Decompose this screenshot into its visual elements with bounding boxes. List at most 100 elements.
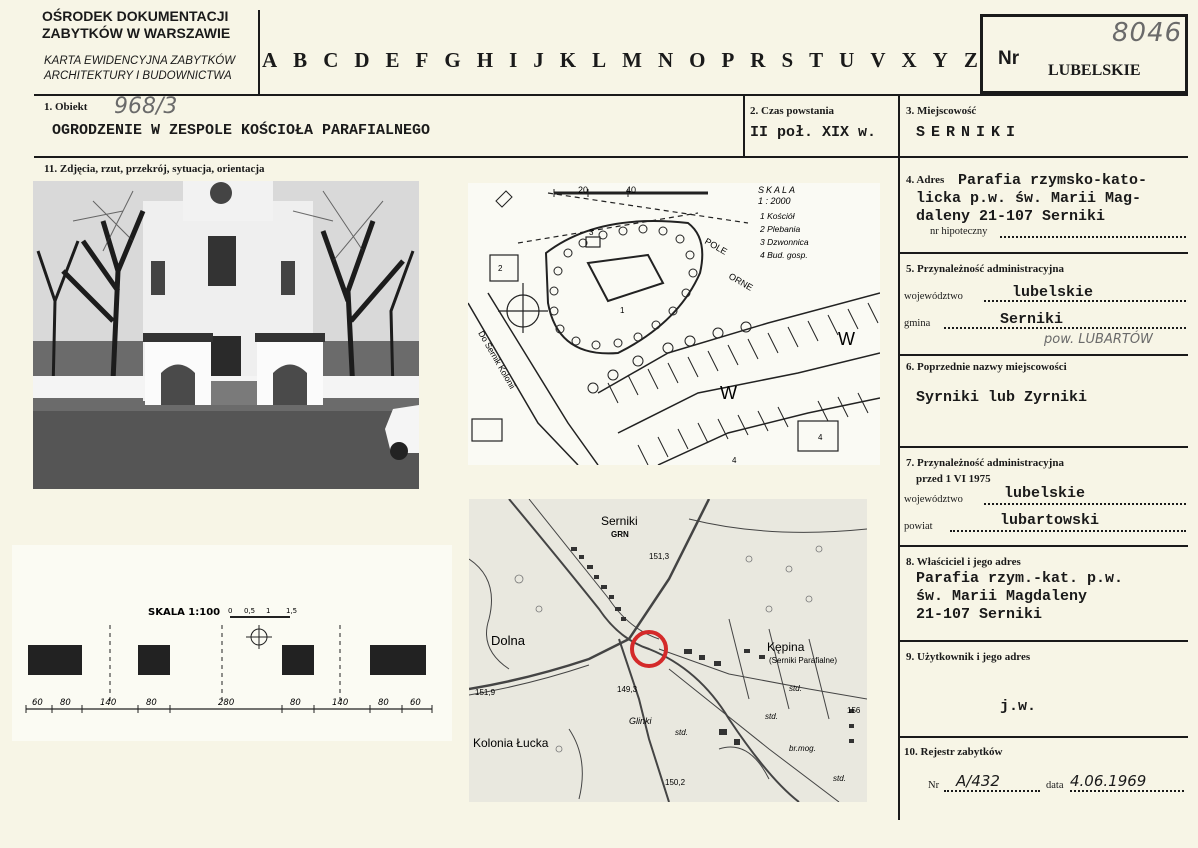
czas-label: 2. Czas powstania	[750, 105, 835, 117]
gmina-label: gmina	[904, 318, 931, 329]
wojewodztwo2-label: województwo	[904, 494, 963, 505]
plan-num-3: 3	[589, 228, 594, 237]
gate-dim-6: 80	[290, 698, 301, 708]
gate-dim-3: 140	[100, 698, 116, 708]
wlasciciel-value: Parafia rzym.-kat. p.w. św. Marii Magdal…	[916, 570, 1124, 623]
plan-num-4a: 4	[818, 433, 823, 442]
zdjecia-label: 11. Zdjęcia, rzut, przekrój, sytuacja, o…	[44, 163, 265, 175]
wojewodztwo-value: lubelskie	[1012, 284, 1094, 301]
category-letter: Z	[963, 48, 978, 72]
category-letter: O	[689, 48, 706, 72]
adres-value: Parafia rzymsko-kato- licka p.w. św. Mar…	[916, 172, 1148, 225]
topo-h1: 151,3	[649, 552, 670, 561]
site-plan: 20 40 SKALA 1 : 2000 1 Kościół 2 Plebani…	[468, 183, 880, 465]
institution-name: OŚRODEK DOKUMENTACJI ZABYTKÓW W WARSZAWI…	[42, 8, 231, 41]
plan-pole: POLE	[703, 236, 729, 257]
poprzednie-label: 6. Poprzednie nazwy miejscowości	[906, 361, 1067, 373]
wojewodztwo2-value: lubelskie	[1004, 485, 1086, 502]
topo-serniki: Serniki	[601, 514, 638, 528]
topo-kolonia: Kolonia Łucka	[473, 736, 549, 750]
category-letter: T	[809, 48, 824, 72]
category-letter: C	[323, 48, 339, 72]
przed-label: 7. Przynależność administracyjna	[906, 457, 1064, 469]
card-type: KARTA EWIDENCYJNA ZABYTKÓW ARCHITEKTURY …	[44, 55, 236, 82]
topo-std-1: std.	[789, 684, 802, 693]
plan-w-1: W	[838, 329, 855, 349]
gate-tick-0: 0	[228, 607, 232, 615]
topo-h3: 149,3	[617, 685, 638, 694]
topo-kepina-sub: (Serniki Parafialne)	[769, 656, 837, 665]
gate-elevation-drawing: SKALA 1:100 0 0,5 1 1,5 60 80 140 80 280…	[12, 545, 452, 741]
plan-orne: ORNE	[727, 271, 755, 293]
plan-scale-20: 20	[578, 185, 588, 195]
gate-dim-2: 80	[60, 698, 71, 708]
category-letter: U	[839, 48, 855, 72]
plan-skala-label: SKALA	[758, 185, 797, 195]
poprzednie-value: Syrniki lub Zyrniki	[916, 389, 1088, 406]
czas-value: II poł. XIX w.	[750, 124, 877, 141]
plan-num-1: 1	[620, 306, 625, 315]
topo-std-2: std.	[765, 712, 778, 721]
category-letter: E	[385, 48, 400, 72]
plan-skala-value: 1 : 2000	[758, 196, 791, 206]
plan-legend-4: 4 Bud. gosp.	[760, 250, 808, 260]
obiekt-handwritten: 968/3	[114, 94, 178, 119]
gate-tick-3: 1,5	[286, 607, 297, 615]
gate-dim-7: 140	[332, 698, 348, 708]
miejscowosc-label: 3. Miejscowość	[906, 105, 977, 117]
topo-h5: 156	[847, 706, 861, 715]
uzytkownik-value: j.w.	[1000, 698, 1037, 715]
hipoteczny-label: nr hipoteczny	[930, 226, 988, 237]
topo-grn: GRN	[611, 530, 629, 539]
category-letter: M	[622, 48, 642, 72]
gate-dim-5: 280	[218, 698, 234, 708]
category-letter: D	[354, 48, 370, 72]
plan-num-2: 2	[498, 264, 503, 273]
uzytkownik-label: 9. Użytkownik i jego adres	[906, 651, 1031, 663]
category-letter: L	[592, 48, 607, 72]
plan-road: Do Sernik Kolonii	[476, 329, 517, 391]
powiat-value: lubartowski	[1000, 512, 1100, 529]
adres-label: 4. Adres	[906, 174, 945, 186]
category-letter: G	[444, 48, 461, 72]
plan-legend-2: 2 Plebania	[759, 224, 800, 234]
pow-handwritten: pow. LUBARTÓW	[1044, 332, 1153, 347]
region-name: LUBELSKIE	[1048, 62, 1141, 79]
topo-h2: 151,9	[475, 688, 496, 697]
przed-sub: przed 1 VI 1975	[916, 473, 991, 485]
nr-handwritten: 8046	[1112, 18, 1183, 48]
rejestr-nr-value: A/432	[956, 772, 1000, 790]
category-letter: A	[262, 48, 278, 72]
category-letter: R	[750, 48, 766, 72]
plan-legend-1: 1 Kościół	[760, 211, 796, 221]
category-letters: ABCDEFGHIJKLMNOPRSTUVXYZ	[262, 48, 978, 73]
topographic-map: Serniki GRN 151,3 Dolna 151,9 Kępina (Se…	[469, 499, 867, 802]
church-gate-photo	[33, 181, 419, 489]
topo-dolna: Dolna	[491, 633, 526, 648]
rejestr-data-label: data	[1046, 780, 1064, 791]
wojewodztwo-label: województwo	[904, 291, 963, 302]
topo-kepina: Kępina	[767, 640, 805, 654]
category-letter: F	[415, 48, 429, 72]
gate-scale-label: SKALA 1:100	[148, 607, 220, 618]
rejestr-data-value: 4.06.1969	[1070, 772, 1147, 790]
plan-legend-3: 3 Dzwonnica	[760, 237, 809, 247]
category-letter: I	[509, 48, 518, 72]
gate-dim-1: 60	[32, 698, 43, 708]
category-letter: N	[657, 48, 674, 72]
obiekt-label: 1. Obiekt	[44, 101, 88, 113]
rejestr-label: 10. Rejestr zabytków	[904, 746, 1003, 758]
obiekt-value: OGRODZENIE W ZESPOLE KOŚCIOŁA PARAFIALNE…	[52, 122, 431, 139]
gate-dim-4: 80	[146, 698, 157, 708]
topo-h4: 150,2	[665, 778, 686, 787]
record-card: OŚRODEK DOKUMENTACJI ZABYTKÓW W WARSZAWI…	[0, 0, 1198, 848]
topo-brmog: br.mog.	[789, 744, 816, 753]
wlasciciel-label: 8. Właściciel i jego adres	[906, 556, 1021, 568]
category-letter: K	[559, 48, 577, 72]
plan-scale-40: 40	[626, 185, 636, 195]
przynaleznosc-label: 5. Przynależność administracyjna	[906, 263, 1064, 275]
topo-std-3: std.	[675, 728, 688, 737]
category-letter: J	[533, 48, 544, 72]
gate-dim-9: 60	[410, 698, 421, 708]
category-letter: H	[476, 48, 494, 72]
